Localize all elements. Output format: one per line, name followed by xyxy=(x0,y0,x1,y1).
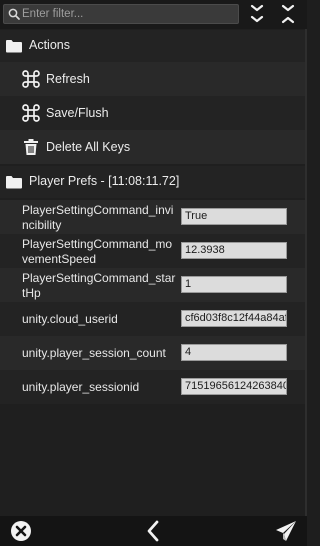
pref-key: unity.player_session_count xyxy=(22,346,166,360)
pref-key: PlayerSettingCommand_invincibility xyxy=(22,203,174,232)
pref-value-field[interactable]: 12.3938 xyxy=(181,242,287,259)
filter-field[interactable] xyxy=(3,4,239,24)
app-window: Actions Refresh Save/Flush Delete All Ke… xyxy=(0,0,307,546)
save-flush-label: Save/Flush xyxy=(46,106,109,120)
pref-row: PlayerSettingCommand_invincibility True xyxy=(0,200,307,234)
delete-all-keys-label: Delete All Keys xyxy=(46,140,131,154)
chevron-left-icon xyxy=(147,520,159,542)
pref-key: unity.cloud_userid xyxy=(22,312,118,326)
command-icon xyxy=(22,104,40,122)
refresh-action[interactable]: Refresh xyxy=(0,62,307,96)
search-icon xyxy=(8,8,20,20)
player-prefs-section-title: Player Prefs - [11:08:11.72] xyxy=(29,174,180,188)
pref-key: PlayerSettingCommand_startHp xyxy=(22,271,176,300)
pref-row: unity.cloud_userid cf6d03f8c12f44a84af4 xyxy=(0,302,307,336)
pref-value-field[interactable]: 4 xyxy=(181,344,287,361)
expand-all-icon xyxy=(250,4,264,23)
bottom-bar xyxy=(0,516,307,546)
expand-all-button[interactable] xyxy=(245,2,269,26)
close-button[interactable] xyxy=(9,519,33,543)
actions-section-title: Actions xyxy=(29,38,70,52)
collapse-all-button[interactable] xyxy=(276,2,300,26)
pref-value-field[interactable]: 7151965612426384084 xyxy=(181,378,287,395)
actions-section-header[interactable]: Actions xyxy=(0,30,307,62)
send-button[interactable] xyxy=(274,519,298,543)
filter-input[interactable] xyxy=(22,6,234,22)
pref-value-field[interactable]: 1 xyxy=(181,276,287,293)
pref-value-field[interactable]: True xyxy=(181,208,287,225)
refresh-label: Refresh xyxy=(46,72,90,86)
collapse-all-icon xyxy=(281,4,295,24)
scrollbar[interactable] xyxy=(305,29,307,516)
pref-row: PlayerSettingCommand_movementSpeed 12.39… xyxy=(0,234,307,268)
close-circle-icon xyxy=(11,521,31,541)
pref-key: PlayerSettingCommand_movementSpeed xyxy=(22,237,173,266)
pref-value-field[interactable]: cf6d03f8c12f44a84af4 xyxy=(181,310,287,327)
command-icon xyxy=(22,70,40,88)
top-bar xyxy=(0,0,307,29)
send-icon xyxy=(276,521,296,541)
folder-icon xyxy=(6,40,22,53)
pref-key: unity.player_sessionid xyxy=(22,380,140,394)
folder-icon xyxy=(6,176,22,189)
player-prefs-section-header[interactable]: Player Prefs - [11:08:11.72] xyxy=(0,166,307,198)
pref-row: unity.player_session_count 4 xyxy=(0,336,307,370)
trash-icon xyxy=(24,139,38,155)
pref-row: PlayerSettingCommand_startHp 1 xyxy=(0,268,307,302)
delete-all-keys-action[interactable]: Delete All Keys xyxy=(0,130,307,164)
back-button[interactable] xyxy=(141,519,165,543)
save-flush-action[interactable]: Save/Flush xyxy=(0,96,307,130)
pref-row: unity.player_sessionid 71519656124263840… xyxy=(0,370,307,404)
